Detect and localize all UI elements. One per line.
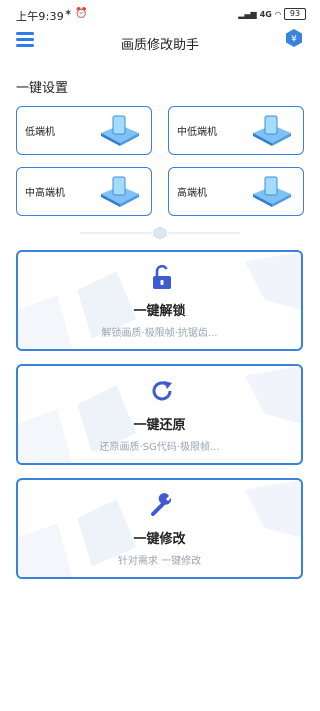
app-logo-icon[interactable]: ¥ — [284, 28, 304, 48]
unlock-card[interactable]: 一键解锁 解锁画质·极限帧·抗锯齿... — [16, 250, 303, 351]
preset-mid-low-end[interactable]: 中低端机 — [168, 106, 304, 155]
app-bar: 画质修改助手 ¥ — [0, 28, 320, 68]
modify-card[interactable]: 一键修改 针对需求 一键修改 — [16, 478, 303, 579]
wifi-icon: ◠ — [274, 9, 281, 19]
preset-high-end[interactable]: 高端机 — [168, 167, 304, 216]
restore-card[interactable]: 一键还原 还原画质·SG代码·极限帧... — [16, 364, 303, 465]
card-title: 一键修改 — [133, 532, 186, 547]
card-title: 一键还原 — [133, 418, 186, 433]
card-subtitle: 针对需求 一键修改 — [117, 556, 202, 567]
page-title: 画质修改助手 — [120, 38, 199, 53]
card-subtitle: 还原画质·SG代码·极限帧... — [99, 442, 220, 453]
refresh-icon — [152, 381, 172, 401]
status-right-icons: ▂▄▆ 4G ◠ 93 — [238, 8, 306, 20]
signal-icon: ▂▄▆ — [238, 9, 257, 19]
card-title: 一键解锁 — [133, 304, 186, 319]
preset-mid-high-end[interactable]: 中高端机 — [16, 167, 152, 216]
alarm-icon: ⏰ — [75, 8, 88, 19]
section-divider — [80, 226, 240, 240]
svg-text:¥: ¥ — [291, 35, 297, 45]
preset-label: 中低端机 — [177, 127, 217, 138]
section-title: 一键设置 — [16, 81, 69, 96]
wrench-icon — [151, 493, 172, 516]
phone-device-icon — [101, 176, 139, 207]
preset-label: 低端机 — [25, 127, 55, 138]
preset-low-end[interactable]: 低端机 — [16, 106, 152, 155]
status-bar: 上午9:39 ✶ ⏰ ▂▄▆ 4G ◠ 93 — [0, 0, 320, 28]
nfc-icon: ✶ — [64, 8, 73, 19]
preset-label: 中高端机 — [25, 188, 65, 199]
unlock-icon — [153, 264, 171, 289]
phone-device-icon — [253, 176, 291, 207]
status-time: 上午9:39 — [16, 10, 64, 23]
phone-device-icon — [101, 115, 139, 146]
card-subtitle: 解锁画质·极限帧·抗锯齿... — [101, 328, 218, 339]
status-left-icons: ✶ ⏰ — [64, 8, 88, 20]
phone-device-icon — [253, 115, 291, 146]
battery-icon: 93 — [284, 8, 306, 20]
network-label: 4G — [259, 9, 272, 19]
preset-label: 高端机 — [177, 188, 207, 199]
